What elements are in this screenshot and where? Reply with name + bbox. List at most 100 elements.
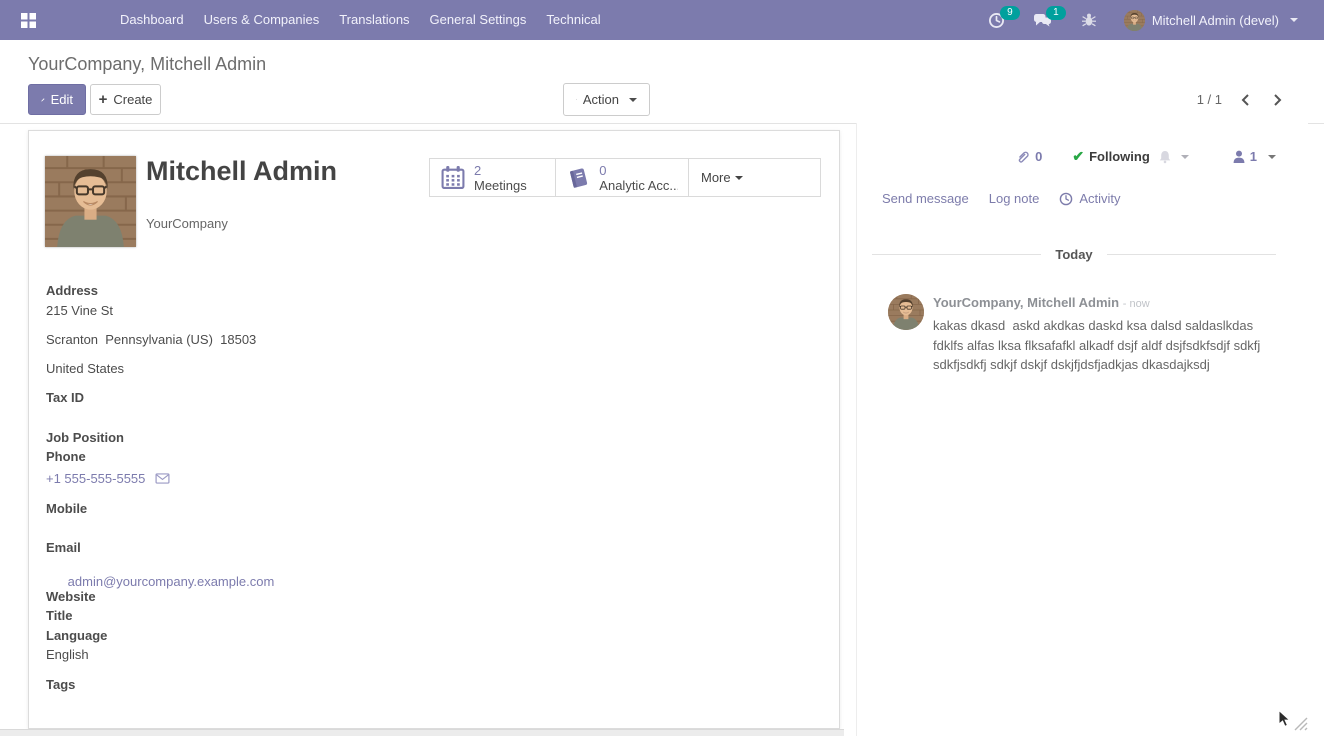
- activity-count-badge: 9: [1000, 6, 1020, 20]
- field-value-language: English: [46, 647, 89, 662]
- following-button[interactable]: ✔ Following: [1072, 148, 1149, 165]
- field-label-tax-id: Tax ID: [46, 390, 84, 405]
- activities-menu-button[interactable]: 9: [986, 9, 1008, 31]
- field-label-title: Title: [46, 608, 73, 623]
- date-divider: Today: [872, 247, 1276, 262]
- grid-icon: [20, 12, 37, 29]
- divider-line: [1107, 254, 1276, 255]
- message-count-badge: 1: [1046, 6, 1066, 20]
- field-label-phone: Phone: [46, 449, 86, 464]
- menu-users-companies[interactable]: Users & Companies: [194, 0, 330, 40]
- edit-button[interactable]: Edit: [28, 84, 86, 115]
- control-panel: YourCompany, Mitchell Admin Edit + Creat…: [0, 40, 1324, 124]
- followers-dropdown-button[interactable]: 1: [1233, 149, 1276, 164]
- message-body: kakas dkasd askd akdkas daskd ksa dalsd …: [933, 316, 1278, 375]
- contact-name: Mitchell Admin: [146, 156, 337, 187]
- user-avatar: [1124, 10, 1145, 31]
- field-label-email: Email: [46, 540, 81, 555]
- date-divider-label: Today: [1055, 247, 1092, 262]
- navbar-menus: Dashboard Users & Companies Translations…: [110, 0, 611, 40]
- form-sheet: Mitchell Admin YourCompany 2 Meetings: [28, 130, 840, 729]
- chatter-panel: 0 ✔ Following 1: [856, 123, 1308, 736]
- menu-general-settings[interactable]: General Settings: [420, 0, 537, 40]
- pager-previous-button[interactable]: [1236, 91, 1254, 109]
- bug-icon: [1081, 12, 1097, 28]
- send-message-button[interactable]: Send message: [882, 191, 969, 206]
- breadcrumb: YourCompany, Mitchell Admin: [28, 54, 266, 75]
- activity-clock-icon: [1059, 192, 1073, 206]
- follower-person-icon: [1233, 150, 1245, 164]
- meetings-label: Meetings: [474, 178, 527, 193]
- debug-menu-button[interactable]: [1078, 9, 1100, 31]
- paperclip-icon: [1015, 149, 1030, 165]
- resize-grip-icon[interactable]: [1293, 716, 1308, 731]
- chevron-down-icon: [1181, 155, 1189, 159]
- pager: 1 / 1: [1197, 84, 1286, 115]
- top-navbar: Dashboard Users & Companies Translations…: [0, 0, 1324, 40]
- message-header: YourCompany, Mitchell Admin - now: [933, 294, 1278, 313]
- navbar-systray: 9 1: [986, 9, 1324, 31]
- contact-photo[interactable]: [45, 156, 136, 247]
- field-label-language: Language: [46, 628, 107, 643]
- field-value-street: 215 Vine St: [46, 303, 113, 318]
- action-button-label: Action: [583, 92, 619, 107]
- apps-menu-icon[interactable]: [8, 0, 48, 40]
- calendar-icon: [440, 165, 466, 190]
- field-label-address: Address: [46, 283, 98, 298]
- messages-menu-button[interactable]: 1: [1032, 9, 1054, 31]
- odoo-contact-form-screen: Dashboard Users & Companies Translations…: [0, 0, 1324, 736]
- envelope-icon[interactable]: [155, 473, 170, 484]
- log-note-button[interactable]: Log note: [989, 191, 1040, 206]
- plus-icon: +: [99, 93, 108, 106]
- followers-count: 1: [1250, 149, 1257, 164]
- chevron-down-icon: [735, 176, 743, 180]
- more-dropdown-button[interactable]: More: [689, 158, 821, 197]
- phone-link[interactable]: +1 555-555-5555: [46, 471, 145, 486]
- meetings-count: 2: [474, 163, 527, 178]
- field-label-website: Website: [46, 589, 96, 604]
- field-label-mobile: Mobile: [46, 501, 87, 516]
- attachments-button[interactable]: 0: [1015, 149, 1042, 165]
- analytic-label: Analytic Acc...: [599, 178, 678, 193]
- message-content: YourCompany, Mitchell Admin - now kakas …: [933, 294, 1278, 375]
- meetings-stat-button[interactable]: 2 Meetings: [429, 158, 556, 197]
- create-button[interactable]: + Create: [90, 84, 161, 115]
- analytic-accounts-stat-button[interactable]: 0 Analytic Acc...: [556, 158, 689, 197]
- chevron-down-icon: [1268, 155, 1276, 159]
- contact-company: YourCompany: [146, 216, 228, 231]
- divider-line: [872, 254, 1041, 255]
- attachments-count: 0: [1035, 149, 1042, 164]
- message-timestamp: - now: [1123, 298, 1150, 310]
- chevron-down-icon: [629, 98, 637, 102]
- pager-next-button[interactable]: [1268, 91, 1286, 109]
- check-icon: ✔: [1072, 148, 1084, 165]
- wrench-icon: [576, 93, 577, 106]
- chatter-topbar: 0 ✔ Following 1: [872, 148, 1276, 165]
- subscription-dropdown-button[interactable]: [1158, 150, 1189, 164]
- menu-translations[interactable]: Translations: [329, 0, 419, 40]
- chevron-down-icon: [1290, 18, 1298, 22]
- menu-dashboard[interactable]: Dashboard: [110, 0, 194, 40]
- edit-button-label: Edit: [51, 92, 73, 107]
- schedule-activity-button[interactable]: Activity: [1059, 191, 1120, 206]
- user-menu-button[interactable]: Mitchell Admin (devel): [1124, 10, 1298, 31]
- horizontal-scrollbar[interactable]: [0, 729, 844, 736]
- create-button-label: Create: [113, 92, 152, 107]
- email-link[interactable]: admin@yourcompany.example.com: [68, 574, 275, 589]
- stat-button-group: 2 Meetings 0 Analytic Acc...: [429, 158, 821, 197]
- field-value-phone-row: +1 555-555-5555: [46, 471, 170, 486]
- action-dropdown-button[interactable]: Action: [563, 83, 650, 116]
- message-author-avatar[interactable]: [888, 294, 924, 330]
- field-value-country: United States: [46, 361, 124, 376]
- message-author[interactable]: YourCompany, Mitchell Admin: [933, 295, 1119, 310]
- following-label: Following: [1089, 149, 1150, 164]
- field-value-city-state-zip: Scranton Pennsylvania (US) 18503: [46, 332, 256, 347]
- field-label-job-position: Job Position: [46, 430, 124, 445]
- user-name: Mitchell Admin (devel): [1152, 13, 1279, 28]
- book-icon: [566, 166, 591, 190]
- analytic-count: 0: [599, 163, 678, 178]
- chevron-left-icon: [1240, 92, 1251, 108]
- chatter-actions: Send message Log note Activity: [882, 191, 1121, 206]
- pencil-icon: [41, 94, 45, 106]
- menu-technical[interactable]: Technical: [536, 0, 610, 40]
